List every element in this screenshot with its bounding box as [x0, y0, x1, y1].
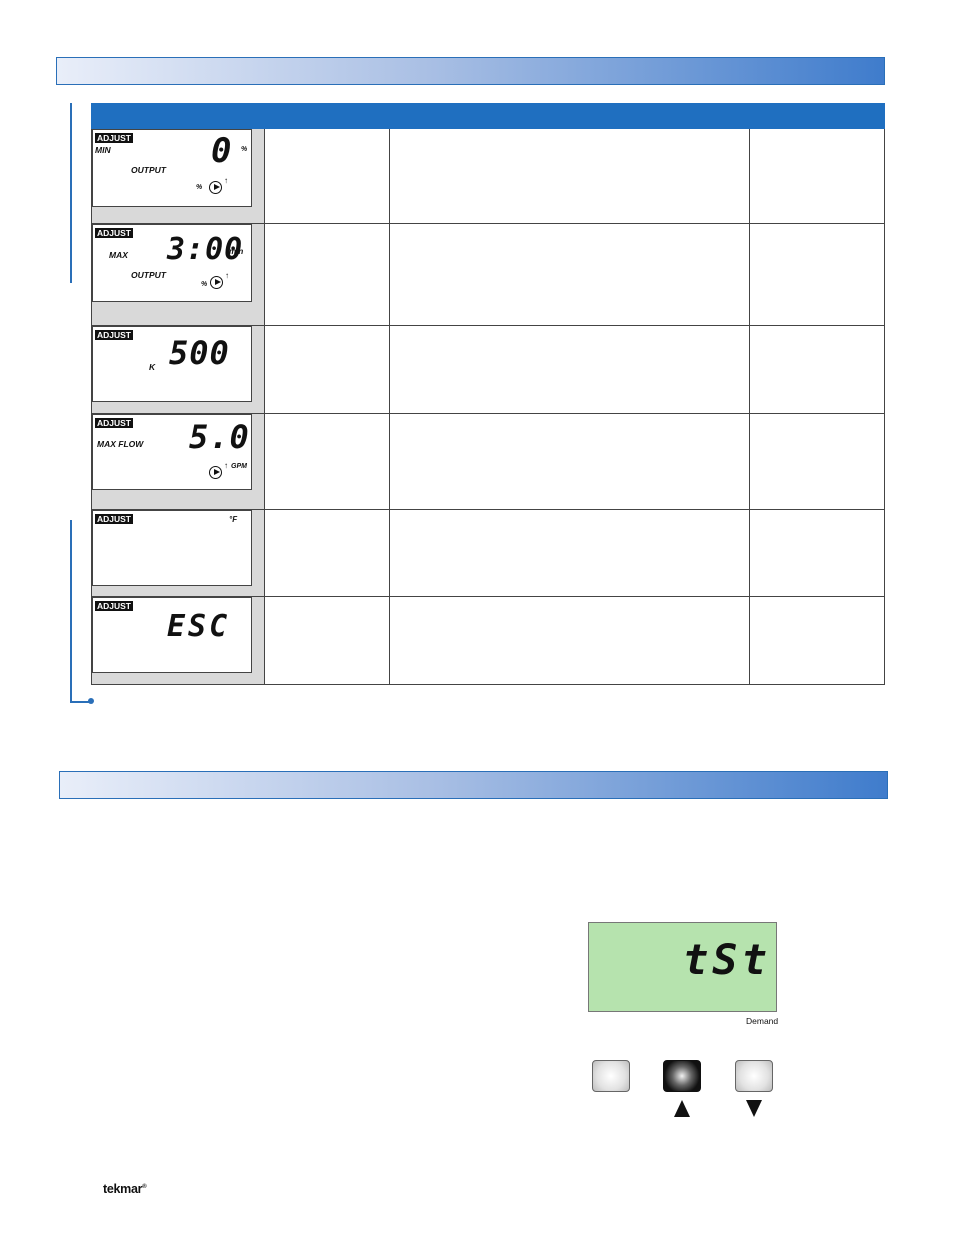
- section-header-band: [59, 771, 888, 799]
- item-button[interactable]: [592, 1060, 630, 1092]
- down-arrow-icon: [746, 1100, 762, 1117]
- table-row: ADJUST MAX FLOW 5.0 ↑ GPM: [91, 413, 885, 510]
- lcd-label-max-flow: MAX FLOW: [97, 439, 144, 449]
- lcd-label-max: MAX: [109, 250, 128, 260]
- up-arrow-icon: ↑: [224, 461, 228, 470]
- lcd-unit: %: [241, 146, 248, 153]
- lcd-display: ADJUST MIN OUTPUT 0 % % ↑: [92, 129, 252, 207]
- adjust-tag: ADJUST: [95, 601, 134, 611]
- up-arrow-icon: [674, 1100, 690, 1117]
- lcd-display: ADJUST K 500: [92, 326, 252, 402]
- lcd-value: 5.0: [189, 418, 250, 456]
- adjust-tag: ADJUST: [95, 228, 134, 238]
- adjust-tag: ADJUST: [95, 418, 134, 428]
- bracket-line-bottom: [70, 520, 72, 702]
- down-button[interactable]: [735, 1060, 773, 1092]
- lcd-unit: °F: [229, 515, 238, 524]
- table-row: ADJUST K 500: [91, 325, 885, 414]
- lcd-value: ESC: [167, 609, 231, 644]
- lcd-display: ADJUST °F: [92, 510, 252, 586]
- table-row: ADJUST ESC: [91, 596, 885, 685]
- lcd-extra-percent: %: [196, 184, 203, 191]
- test-lcd-value: tSt: [683, 935, 771, 984]
- registered-mark: ®: [142, 1183, 147, 1190]
- pump-icon: [209, 466, 222, 479]
- lcd-extra-percent: %: [201, 281, 208, 288]
- lcd-label-min: MIN: [95, 145, 111, 155]
- bracket-dot: [88, 698, 94, 704]
- lcd-label-k: K: [149, 362, 156, 372]
- up-arrow-icon: ↑: [225, 271, 229, 280]
- lcd-display: ADJUST ESC: [92, 597, 252, 673]
- adjust-tag: ADJUST: [95, 330, 134, 340]
- up-button[interactable]: [663, 1060, 701, 1092]
- table-row: ADJUST MIN OUTPUT 0 % % ↑: [91, 128, 885, 224]
- lcd-unit: min: [229, 247, 244, 256]
- tekmar-logo: tekmar®: [103, 1182, 147, 1196]
- adjust-tag: ADJUST: [95, 514, 134, 524]
- lcd-unit: GPM: [231, 463, 247, 470]
- bracket-line-top: [70, 103, 72, 283]
- lcd-label-output: OUTPUT: [131, 270, 166, 280]
- lcd-display: ADJUST MAX FLOW 5.0 ↑ GPM: [92, 414, 252, 490]
- lcd-value: 500: [169, 334, 230, 372]
- section-header-band: [56, 57, 885, 85]
- test-lcd-display: tSt: [588, 922, 777, 1012]
- table-row: ADJUST °F: [91, 509, 885, 597]
- lcd-label-output: OUTPUT: [131, 165, 166, 175]
- adjust-tag: ADJUST: [95, 133, 134, 143]
- pump-icon: [209, 181, 222, 194]
- pump-icon: [210, 276, 223, 289]
- lcd-value: 0: [211, 131, 233, 171]
- table-row: ADJUST MAX OUTPUT 3:00 min % ↑: [91, 223, 885, 326]
- lcd-display: ADJUST MAX OUTPUT 3:00 min % ↑: [92, 224, 252, 302]
- table-header-row: [91, 103, 885, 129]
- demand-label: Demand: [746, 1016, 779, 1026]
- settings-table: ADJUST MIN OUTPUT 0 % % ↑ ADJUST MAX OUT…: [91, 103, 885, 685]
- up-arrow-icon: ↑: [224, 176, 228, 185]
